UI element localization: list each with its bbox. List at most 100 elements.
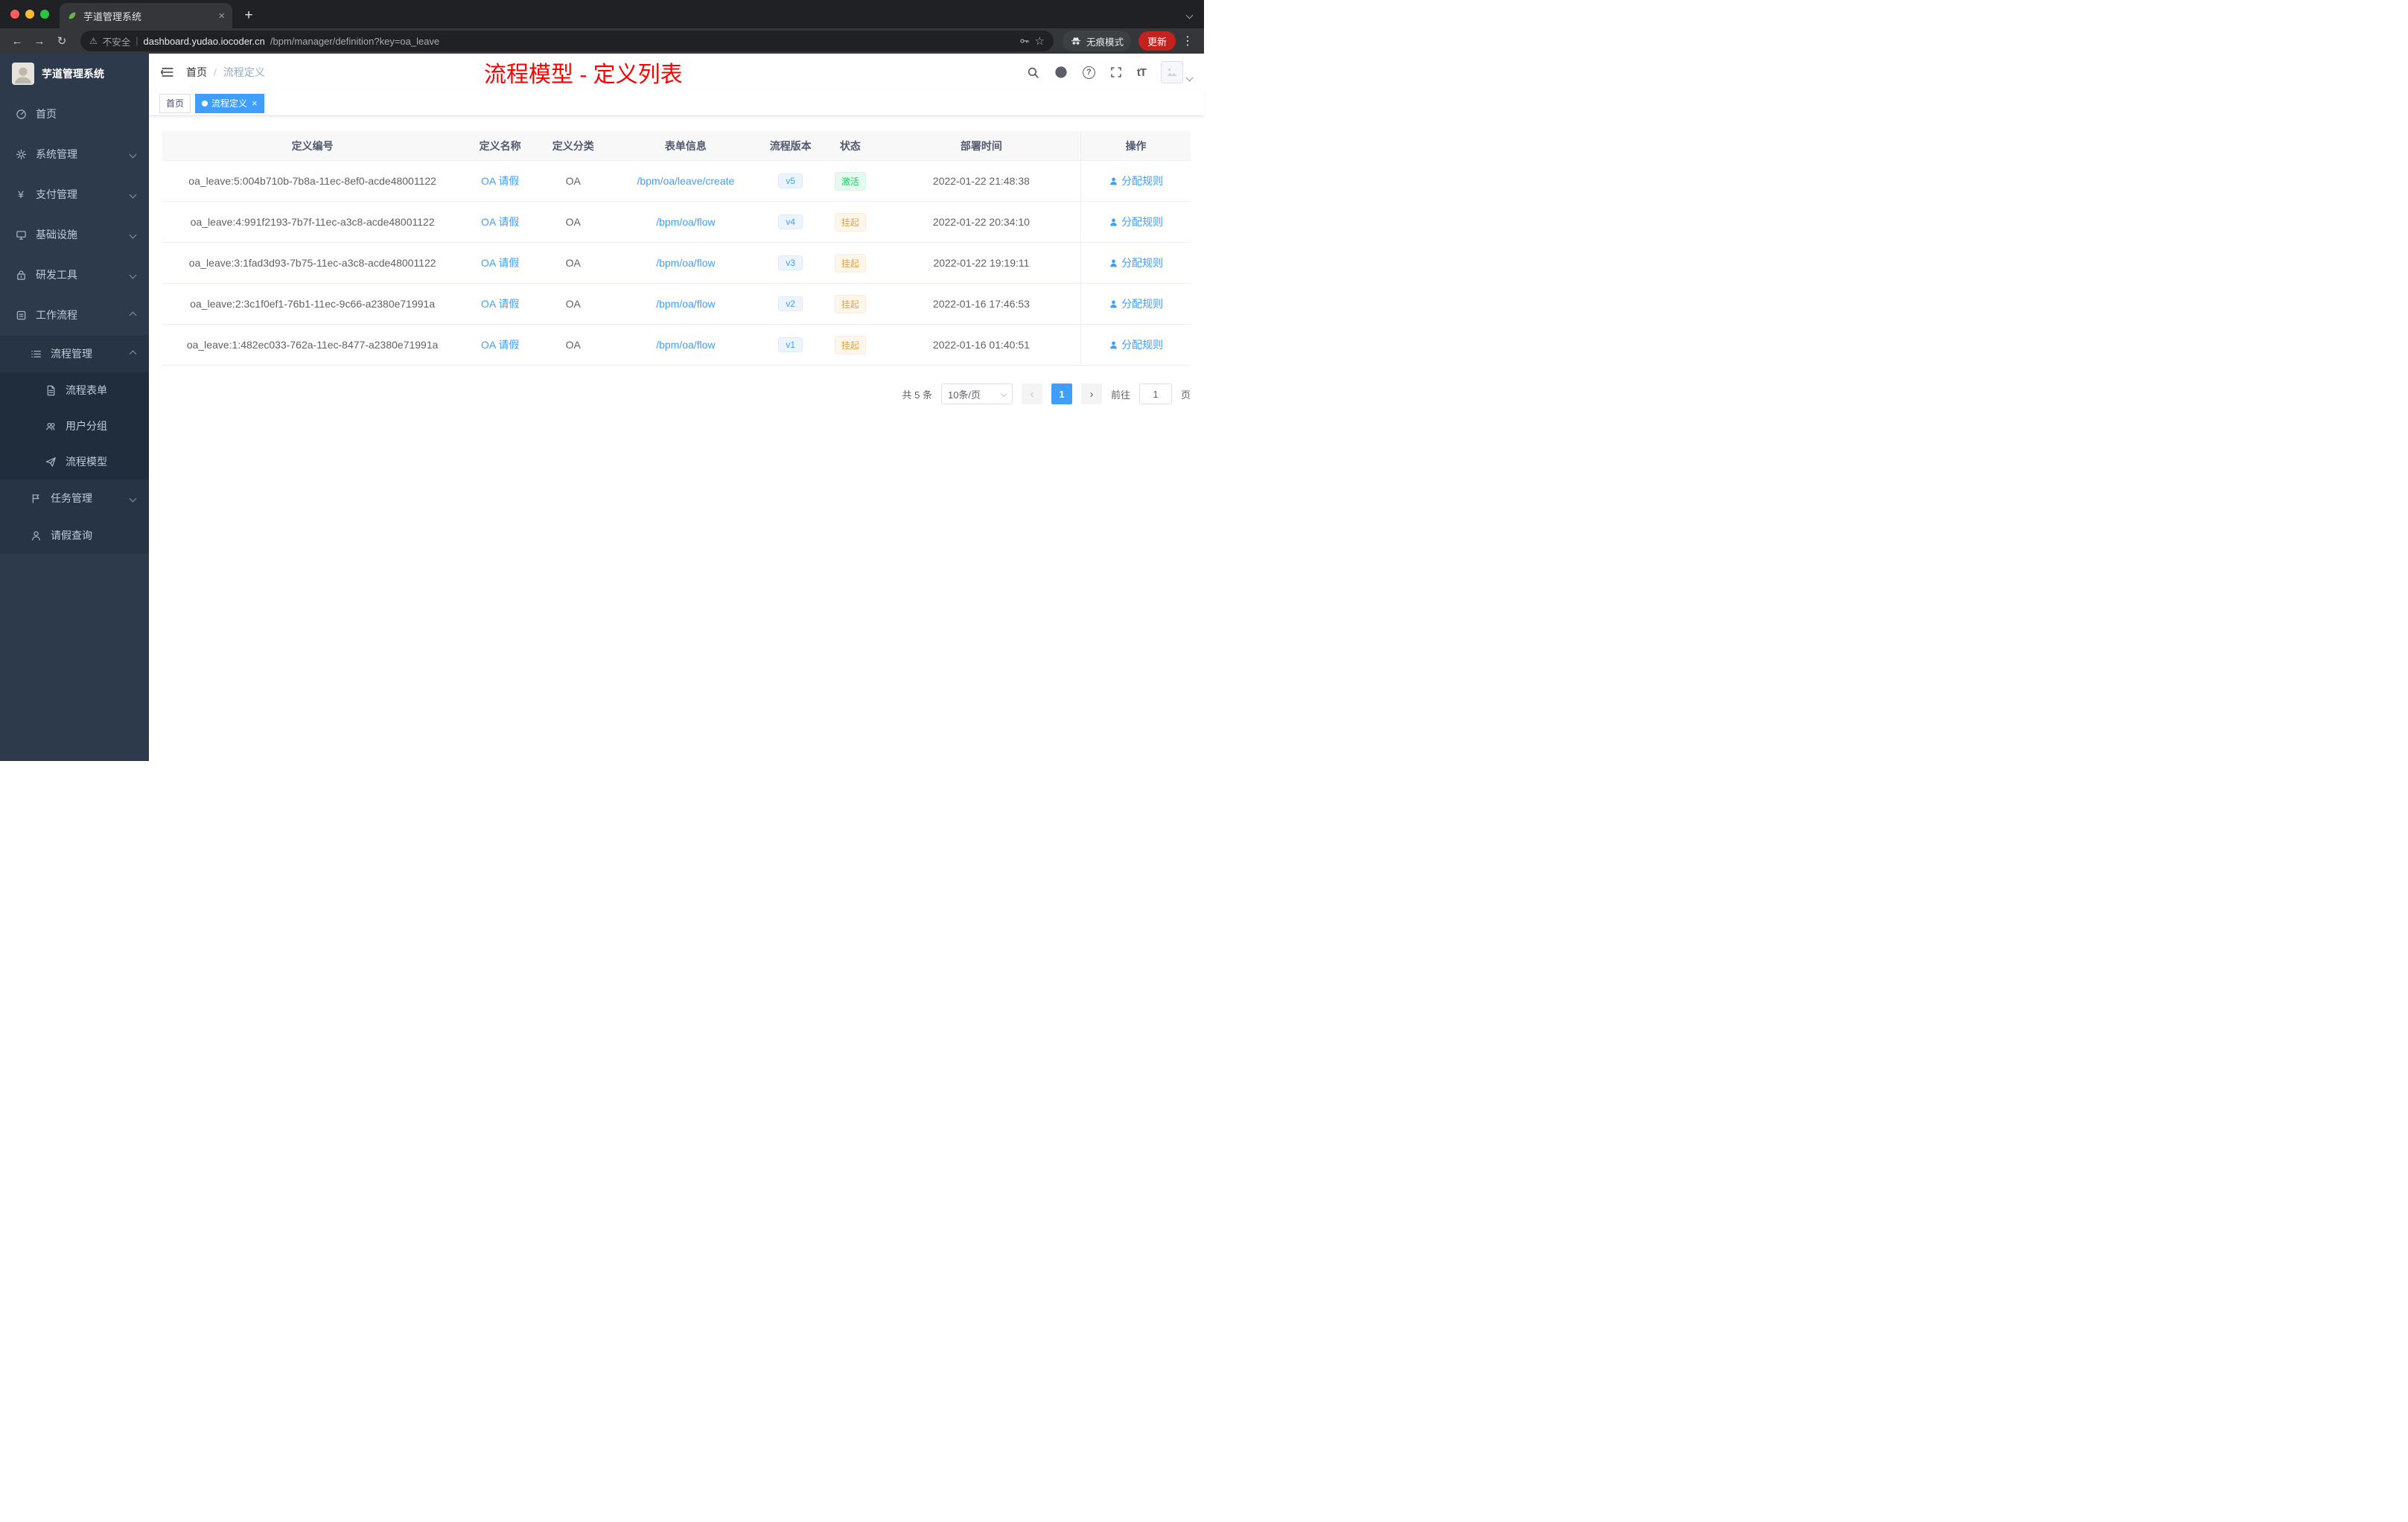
col-header-actions: 操作 [1080, 131, 1191, 160]
person-icon [1110, 218, 1118, 226]
pagination: 共 5 条 10条/页 ‹ 1 › 前往 页 [162, 383, 1191, 404]
lock-icon [15, 270, 27, 281]
search-icon[interactable] [1027, 66, 1039, 79]
sidebar-item-process-management[interactable]: 流程管理 [0, 335, 149, 372]
sidebar: 芋道管理系统 首页 系统管理 ¥ 支付管理 基础设施 研发工具 工作流程 流程管… [0, 54, 149, 761]
maximize-window-button[interactable] [40, 10, 49, 19]
tag-process-definition[interactable]: 流程定义 × [195, 93, 264, 113]
person-icon [30, 530, 42, 541]
address-bar[interactable]: ⚠ 不安全 | dashboard.yudao.iocoder.cn /bpm/… [80, 31, 1054, 51]
breadcrumb-home[interactable]: 首页 [186, 65, 207, 80]
list-icon [30, 348, 42, 360]
col-header-deploy-time: 部署时间 [960, 139, 1002, 152]
version-badge: v2 [778, 296, 803, 311]
cell-id: oa_leave:5:004b710b-7b8a-11ec-8ef0-acde4… [188, 175, 436, 187]
tag-home[interactable]: 首页 [159, 93, 191, 113]
chevron-down-icon [129, 191, 137, 198]
sidebar-item-process-model[interactable]: 流程模型 [0, 444, 149, 480]
definition-name-link[interactable]: OA 请假 [481, 337, 519, 352]
cell-category: OA [565, 257, 581, 269]
avatar[interactable] [1161, 61, 1183, 83]
new-tab-button[interactable]: + [238, 5, 259, 26]
process-management-submenu: 流程表单 用户分组 流程模型 [0, 372, 149, 480]
logo-avatar [12, 63, 34, 85]
prev-page-button[interactable]: ‹ [1021, 383, 1042, 404]
form-link[interactable]: /bpm/oa/flow [656, 298, 715, 310]
assign-rule-link[interactable]: 分配规则 [1109, 296, 1163, 311]
sidebar-item-task-management[interactable]: 任务管理 [0, 480, 149, 517]
version-badge: v1 [778, 337, 803, 352]
definition-table: 定义编号 定义名称 定义分类 表单信息 流程版本 状态 部署时间 操作 oa_l… [162, 131, 1191, 366]
not-secure-label[interactable]: 不安全 [103, 34, 131, 48]
page-size-select[interactable]: 10条/页 [940, 383, 1013, 404]
browser-tab[interactable]: 芋道管理系统 × [60, 3, 232, 28]
document-icon [45, 385, 57, 396]
definition-name-link[interactable]: OA 请假 [481, 214, 519, 229]
current-page-button[interactable]: 1 [1051, 383, 1072, 404]
tab-close-icon[interactable]: × [218, 10, 225, 22]
tab-title: 芋道管理系统 [83, 10, 142, 22]
assign-rule-link[interactable]: 分配规则 [1109, 173, 1163, 188]
next-page-button[interactable]: › [1080, 383, 1102, 404]
monitor-icon [15, 229, 27, 241]
close-window-button[interactable] [10, 10, 19, 19]
chevron-down-icon [129, 271, 137, 278]
url-path: /bpm/manager/definition?key=oa_leave [270, 35, 440, 47]
breadcrumb: 首页 / 流程定义 [186, 65, 265, 80]
status-badge: 挂起 [834, 212, 866, 232]
sidebar-item-home[interactable]: 首页 [0, 94, 149, 134]
users-icon [45, 421, 57, 432]
sidebar-item-devtools[interactable]: 研发工具 [0, 255, 149, 295]
status-badge: 激活 [834, 171, 866, 191]
definition-name-link[interactable]: OA 请假 [481, 173, 519, 188]
reload-button[interactable]: ↻ [52, 31, 71, 51]
browser-menu-icon[interactable]: ⋮ [1182, 34, 1194, 48]
app-header: 首页 / 流程定义 流程模型 - 定义列表 ? tT [149, 54, 1204, 91]
browser-toolbar: ← → ↻ ⚠ 不安全 | dashboard.yudao.iocoder.cn… [0, 28, 1204, 54]
form-link[interactable]: /bpm/oa/flow [656, 216, 715, 228]
github-icon[interactable] [1054, 66, 1068, 79]
minimize-window-button[interactable] [25, 10, 34, 19]
favicon [69, 12, 76, 19]
sidebar-item-infrastructure[interactable]: 基础设施 [0, 214, 149, 255]
workflow-submenu: 流程管理 流程表单 用户分组 流程模型 任务管理 请假查询 [0, 335, 149, 554]
back-button[interactable]: ← [7, 31, 27, 51]
form-link[interactable]: /bpm/oa/leave/create [637, 175, 735, 187]
cell-deploy-time: 2022-01-22 20:34:10 [932, 216, 1030, 228]
bookmark-star-icon[interactable]: ☆ [1035, 34, 1045, 48]
table-row: oa_leave:3:1fad3d93-7b75-11ec-a3c8-acde4… [162, 243, 1191, 284]
assign-rule-link[interactable]: 分配规则 [1109, 214, 1163, 229]
sidebar-collapse-icon[interactable] [161, 66, 174, 79]
tag-close-icon[interactable]: × [252, 98, 258, 109]
sidebar-item-leave-query[interactable]: 请假查询 [0, 517, 149, 554]
password-key-icon[interactable] [1019, 36, 1030, 46]
sidebar-logo: 芋道管理系统 [0, 54, 149, 94]
definition-name-link[interactable]: OA 请假 [481, 296, 519, 311]
form-link[interactable]: /bpm/oa/flow [656, 339, 715, 351]
cell-deploy-time: 2022-01-16 01:40:51 [932, 339, 1030, 351]
cell-id: oa_leave:2:3c1f0ef1-76b1-11ec-9c66-a2380… [190, 298, 436, 310]
sidebar-item-system[interactable]: 系统管理 [0, 134, 149, 174]
person-icon [1110, 259, 1118, 267]
form-link[interactable]: /bpm/oa/flow [656, 257, 715, 269]
sidebar-item-user-group[interactable]: 用户分组 [0, 408, 149, 444]
help-icon[interactable]: ? [1082, 66, 1095, 79]
assign-rule-link[interactable]: 分配规则 [1109, 255, 1163, 270]
sidebar-item-process-form[interactable]: 流程表单 [0, 372, 149, 408]
forward-button[interactable]: → [30, 31, 49, 51]
sidebar-item-workflow[interactable]: 工作流程 [0, 295, 149, 335]
cell-id: oa_leave:1:482ec033-762a-11ec-8477-a2380… [186, 339, 439, 351]
goto-page-input[interactable] [1138, 383, 1172, 404]
tab-search-chevron-icon[interactable] [1185, 11, 1194, 19]
sidebar-item-payment[interactable]: ¥ 支付管理 [0, 174, 149, 214]
fullscreen-icon[interactable] [1110, 66, 1122, 78]
page-unit-label: 页 [1180, 389, 1191, 401]
breadcrumb-current: 流程定义 [223, 66, 265, 78]
assign-rule-link[interactable]: 分配规则 [1109, 337, 1163, 352]
update-button[interactable]: 更新 [1138, 31, 1176, 51]
chevron-down-icon [129, 150, 137, 158]
definition-name-link[interactable]: OA 请假 [481, 255, 519, 270]
user-avatar-wrap[interactable] [1161, 61, 1194, 83]
col-header-name: 定义名称 [479, 139, 521, 152]
font-size-icon[interactable]: tT [1137, 66, 1147, 79]
